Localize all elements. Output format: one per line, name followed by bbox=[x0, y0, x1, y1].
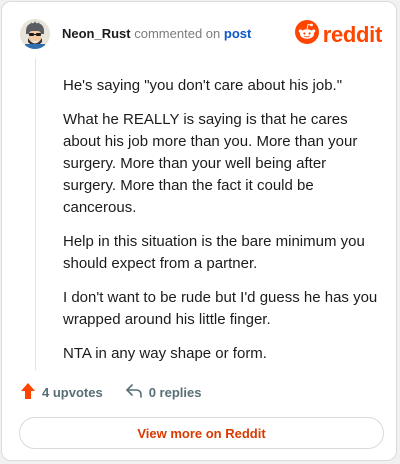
comment-body: He's saying "you don't care about his jo… bbox=[63, 75, 383, 377]
comment-footer: 4 upvotes 0 replies bbox=[20, 382, 201, 403]
upvote-control[interactable]: 4 upvotes bbox=[20, 382, 103, 403]
thread-line bbox=[35, 58, 36, 370]
reply-control[interactable]: 0 replies bbox=[125, 383, 202, 402]
comment-paragraph: He's saying "you don't care about his jo… bbox=[63, 77, 343, 94]
reddit-brand[interactable]: reddit bbox=[294, 20, 383, 49]
upvote-count: 4 upvotes bbox=[42, 385, 103, 400]
post-link[interactable]: post bbox=[224, 26, 251, 41]
comment-header: Neon_Rust commented on post bbox=[62, 26, 251, 42]
comment-paragraph: NTA in any way shape or form. bbox=[63, 345, 267, 362]
comment-paragraph: Help in this situation is the bare minim… bbox=[63, 233, 365, 272]
reddit-wordmark: reddit bbox=[322, 21, 383, 47]
action-text: commented on bbox=[134, 26, 221, 41]
upvote-arrow-icon[interactable] bbox=[20, 382, 36, 403]
comment-paragraph: What he REALLY is saying is that he care… bbox=[63, 111, 358, 216]
reddit-logo-icon bbox=[294, 20, 319, 49]
view-more-button[interactable]: View more on Reddit bbox=[19, 417, 384, 449]
comment-embed-card: Neon_Rust commented on post reddit He's … bbox=[1, 1, 397, 461]
reply-arrow-icon[interactable] bbox=[125, 383, 143, 402]
comment-paragraph: I don't want to be rude but I'd guess he… bbox=[63, 289, 378, 328]
reply-count: 0 replies bbox=[148, 385, 202, 400]
user-avatar[interactable] bbox=[20, 19, 50, 49]
username-link[interactable]: Neon_Rust bbox=[62, 26, 131, 41]
